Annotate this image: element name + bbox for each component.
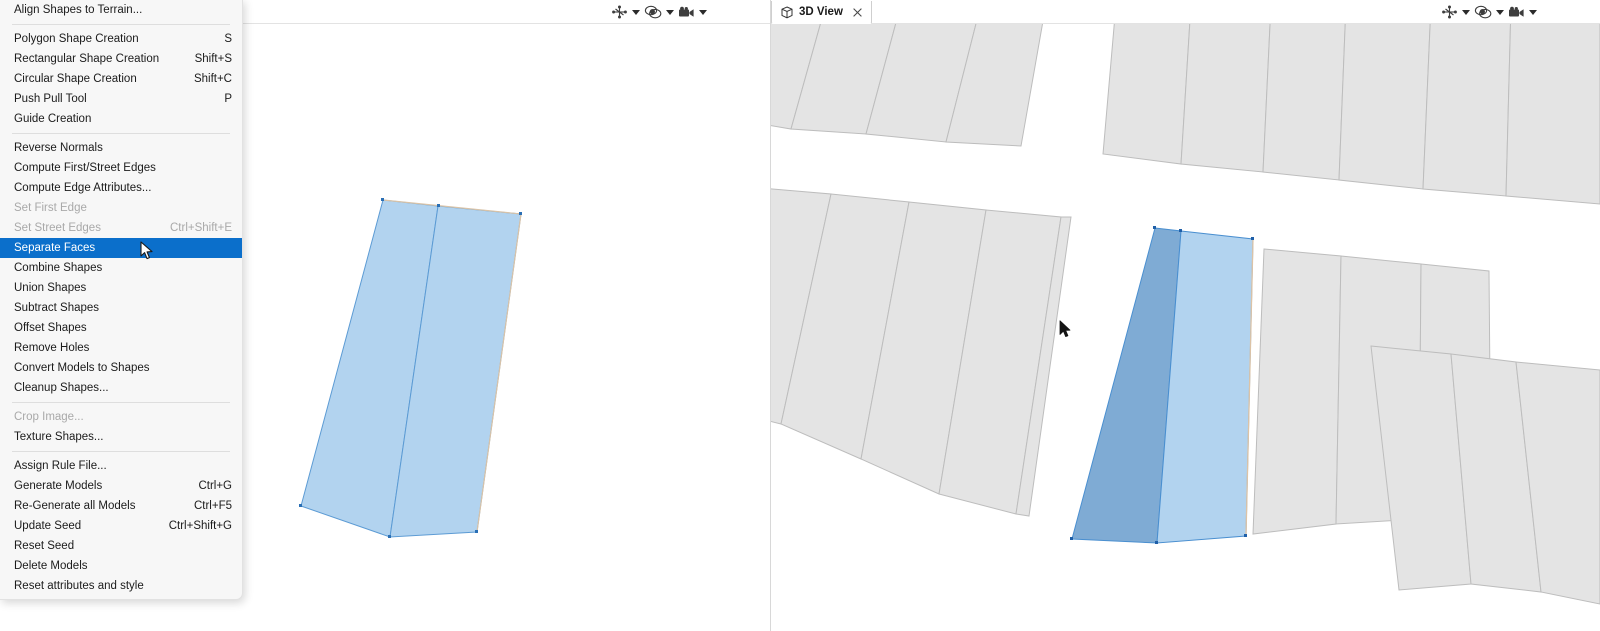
menu-item-re-generate-all-models[interactable]: Re-Generate all Models Ctrl+F5	[0, 496, 242, 516]
camera-dropdown-caret[interactable]	[696, 2, 710, 22]
menu-item-align-shapes-to-terrain[interactable]: Align Shapes to Terrain...	[0, 0, 242, 20]
tab-3d-view-label: 3D View	[799, 6, 843, 18]
menu-item-guide-creation[interactable]: Guide Creation	[0, 109, 242, 129]
menu-item-label: Cleanup Shapes...	[14, 382, 109, 394]
menu-item-label: Union Shapes	[14, 282, 87, 294]
menu-item-separate-faces[interactable]: Separate Faces	[0, 238, 242, 258]
tab-3d-view[interactable]: 3D View	[771, 1, 872, 24]
menu-item-label: Convert Models to Shapes	[14, 362, 150, 374]
parcel-face	[1102, 24, 1191, 165]
right-viewport-panel: 3D View	[771, 0, 1600, 631]
camera-icon[interactable]	[1507, 2, 1526, 22]
menu-item-shortcut: Ctrl+G	[198, 480, 232, 492]
menu-item-label: Generate Models	[14, 480, 103, 492]
menu-item-label: Offset Shapes	[14, 322, 87, 334]
navigation-axes-dropdown-caret[interactable]	[629, 2, 643, 22]
layers-icon[interactable]	[1473, 2, 1493, 22]
menu-item-set-street-edges: Set Street Edges Ctrl+Shift+E	[0, 218, 242, 238]
right-viewport-canvas[interactable]	[771, 24, 1600, 631]
layers-dropdown-caret[interactable]	[1493, 2, 1507, 22]
layers-dropdown-caret[interactable]	[663, 2, 677, 22]
parcel-face	[1252, 248, 1342, 535]
menu-item-label: Push Pull Tool	[14, 93, 87, 105]
menu-separator	[12, 451, 230, 452]
parcel-face	[1422, 24, 1511, 197]
menu-item-rectangular-shape-creation[interactable]: Rectangular Shape Creation Shift+S	[0, 49, 242, 69]
menu-item-label: Delete Models	[14, 560, 88, 572]
menu-item-push-pull-tool[interactable]: Push Pull Tool P	[0, 89, 242, 109]
menu-item-label: Reset attributes and style	[14, 580, 144, 592]
menu-item-shortcut: S	[224, 33, 232, 45]
cube-icon	[781, 5, 793, 19]
menu-item-label: Rectangular Shape Creation	[14, 53, 160, 65]
menu-item-label: Assign Rule File...	[14, 460, 107, 472]
menu-item-reset-seed[interactable]: Reset Seed	[0, 536, 242, 556]
menu-item-label: Align Shapes to Terrain...	[14, 4, 143, 16]
menu-item-label: Reset Seed	[14, 540, 75, 552]
menu-item-subtract-shapes[interactable]: Subtract Shapes	[0, 298, 242, 318]
menu-item-compute-first-street-edges[interactable]: Compute First/Street Edges	[0, 158, 242, 178]
menu-item-convert-models-to-shapes[interactable]: Convert Models to Shapes	[0, 358, 242, 378]
parcel-face	[1338, 24, 1431, 190]
menu-item-shortcut: Shift+S	[194, 53, 232, 65]
navigation-axes-icon[interactable]	[610, 2, 629, 22]
menu-item-label: Compute First/Street Edges	[14, 162, 156, 174]
parcel-face	[1262, 24, 1346, 181]
close-icon[interactable]	[851, 6, 864, 19]
menu-separator	[12, 402, 230, 403]
menu-separator	[12, 24, 230, 25]
menu-item-label: Set Street Edges	[14, 222, 101, 234]
menu-item-label: Re-Generate all Models	[14, 500, 136, 512]
menu-item-label: Polygon Shape Creation	[14, 33, 139, 45]
menu-item-assign-rule-file[interactable]: Assign Rule File...	[0, 456, 242, 476]
menu-item-shortcut: Ctrl+Shift+G	[168, 520, 232, 532]
menu-separator	[12, 133, 230, 134]
menu-item-reset-attributes-and-style[interactable]: Reset attributes and style	[0, 576, 242, 596]
menu-item-label: Circular Shape Creation	[14, 73, 137, 85]
menu-item-label: Reverse Normals	[14, 142, 103, 154]
menu-item-label: Guide Creation	[14, 113, 92, 125]
menu-item-shortcut: P	[224, 93, 232, 105]
menu-item-circular-shape-creation[interactable]: Circular Shape Creation Shift+C	[0, 69, 242, 89]
menu-item-shortcut: Shift+C	[193, 73, 232, 85]
menu-item-label: Texture Shapes...	[14, 431, 104, 443]
navigation-axes-icon[interactable]	[1440, 2, 1459, 22]
viewport-tabstrip: 3D View	[771, 0, 872, 24]
menu-item-update-seed[interactable]: Update Seed Ctrl+Shift+G	[0, 516, 242, 536]
menu-item-label: Separate Faces	[14, 242, 96, 254]
layers-icon[interactable]	[643, 2, 663, 22]
menu-item-label: Remove Holes	[14, 342, 90, 354]
menu-item-delete-models[interactable]: Delete Models	[0, 556, 242, 576]
menu-item-crop-image: Crop Image...	[0, 407, 242, 427]
menu-item-label: Combine Shapes	[14, 262, 103, 274]
menu-item-shortcut: Ctrl+F5	[193, 500, 232, 512]
parcel-face	[1505, 24, 1600, 205]
menu-item-combine-shapes[interactable]: Combine Shapes	[0, 258, 242, 278]
menu-item-generate-models[interactable]: Generate Models Ctrl+G	[0, 476, 242, 496]
menu-item-label: Subtract Shapes	[14, 302, 100, 314]
parcel-face	[1180, 24, 1271, 173]
menu-item-label: Set First Edge	[14, 202, 87, 214]
menu-item-cleanup-shapes[interactable]: Cleanup Shapes...	[0, 378, 242, 398]
right-viewport-tool-group	[1440, 2, 1540, 22]
menu-item-remove-holes[interactable]: Remove Holes	[0, 338, 242, 358]
menu-item-label: Crop Image...	[14, 411, 84, 423]
camera-dropdown-caret[interactable]	[1526, 2, 1540, 22]
left-viewport-tool-group	[610, 2, 710, 22]
navigation-axes-dropdown-caret[interactable]	[1459, 2, 1473, 22]
menu-item-compute-edge-attributes[interactable]: Compute Edge Attributes...	[0, 178, 242, 198]
right-viewport-toolbar: 3D View	[771, 0, 1600, 24]
menu-item-label: Update Seed	[14, 520, 82, 532]
application-window: 3D View Align Shapes to Terrain... Polyg…	[0, 0, 1600, 631]
menu-item-label: Compute Edge Attributes...	[14, 182, 152, 194]
menu-item-texture-shapes[interactable]: Texture Shapes...	[0, 427, 242, 447]
shapes-context-menu[interactable]: Align Shapes to Terrain... Polygon Shape …	[0, 0, 243, 600]
menu-item-reverse-normals[interactable]: Reverse Normals	[0, 138, 242, 158]
menu-item-union-shapes[interactable]: Union Shapes	[0, 278, 242, 298]
menu-item-offset-shapes[interactable]: Offset Shapes	[0, 318, 242, 338]
menu-item-set-first-edge: Set First Edge	[0, 198, 242, 218]
menu-item-polygon-shape-creation[interactable]: Polygon Shape Creation S	[0, 29, 242, 49]
menu-item-shortcut: Ctrl+Shift+E	[170, 222, 232, 234]
camera-icon[interactable]	[677, 2, 696, 22]
